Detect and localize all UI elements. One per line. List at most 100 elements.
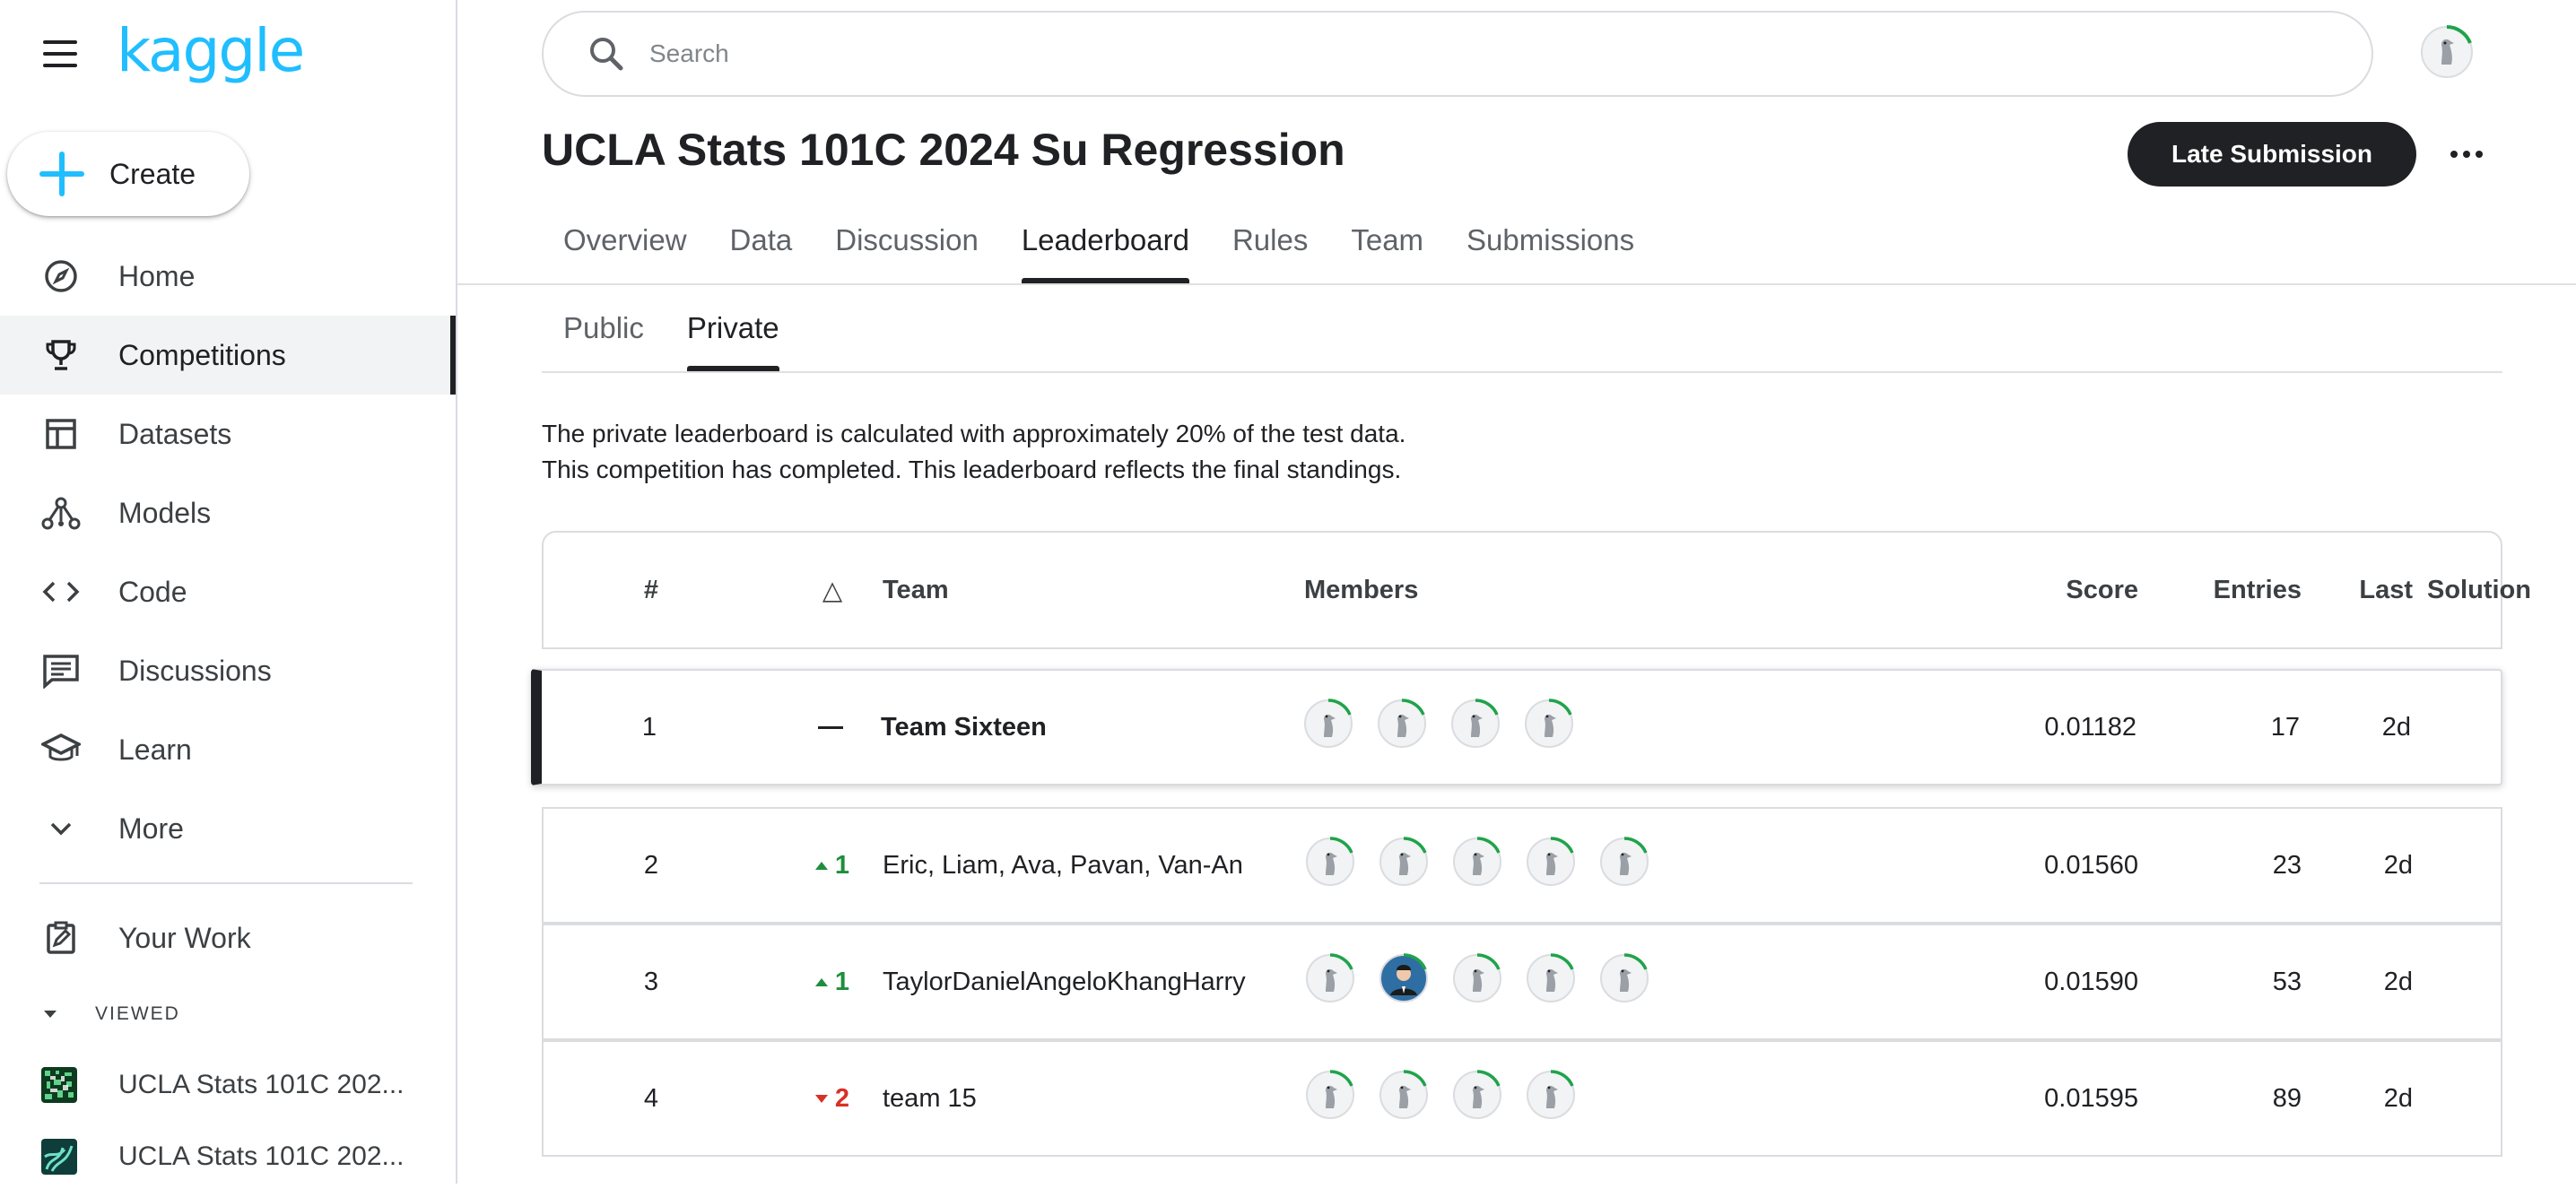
rank-cell: 1 (641, 712, 657, 742)
create-button[interactable]: Create (7, 132, 249, 216)
recent-item[interactable]: UCLA Stats 101C 202... (0, 1053, 456, 1117)
member-avatar[interactable] (1451, 952, 1503, 1011)
member-avatar[interactable] (1378, 836, 1430, 895)
rank-change-up: 1 (814, 851, 849, 881)
col-header-members: Members (1304, 575, 1419, 604)
member-avatar[interactable] (1451, 836, 1503, 895)
score-cell: 0.01560 (2044, 850, 2138, 880)
member-avatar[interactable] (1302, 698, 1354, 757)
more-options-icon[interactable] (2440, 136, 2493, 172)
subtab-private[interactable]: Private (666, 303, 801, 371)
member-avatar[interactable] (1525, 1069, 1577, 1128)
rank-change-value: 1 (834, 967, 850, 996)
sidebar-item-models[interactable]: Models (0, 473, 456, 552)
member-avatar[interactable] (1598, 836, 1650, 895)
members-cell (1304, 1042, 1726, 1155)
table-icon (39, 412, 83, 456)
tab-rules[interactable]: Rules (1211, 215, 1329, 283)
sidebar-item-label: Home (118, 259, 196, 292)
member-avatar[interactable] (1304, 836, 1356, 895)
team-name[interactable]: team 15 (883, 1042, 1304, 1155)
arrow-up-icon (814, 977, 828, 986)
viewed-section-toggle[interactable]: VIEWED (39, 1001, 180, 1028)
comments-icon (39, 649, 83, 692)
member-avatar[interactable] (1598, 952, 1650, 1011)
menu-icon[interactable] (43, 40, 77, 67)
members-cell (1304, 925, 1726, 1038)
sidebar-item-discussions[interactable]: Discussions (0, 631, 456, 710)
col-header-score[interactable]: Score (1889, 533, 2138, 647)
sidebar-nav: Home Competitions Datasets Models Code D… (0, 237, 456, 868)
models-icon (39, 491, 83, 534)
col-header-rank[interactable]: # (544, 533, 759, 647)
sidebar-item-learn[interactable]: Learn (0, 710, 456, 789)
last-cell: 2d (2383, 967, 2413, 996)
entries-cell: 17 (2270, 712, 2300, 742)
tab-leaderboard[interactable]: Leaderboard (1000, 215, 1211, 283)
user-avatar[interactable] (2418, 23, 2476, 85)
last-cell: 2d (2383, 1083, 2413, 1113)
sidebar-item-more[interactable]: More (0, 789, 456, 868)
rank-change-down: 2 (814, 1084, 849, 1114)
sidebar-your-work: Your Work (0, 898, 456, 977)
search-input[interactable] (648, 39, 2262, 69)
search-bar[interactable] (542, 11, 2373, 97)
sidebar-item-code[interactable]: Code (0, 552, 456, 631)
member-avatar[interactable] (1304, 952, 1356, 1011)
member-avatar[interactable] (1449, 698, 1501, 757)
members-cell (1304, 809, 1726, 922)
sidebar-item-label: Learn (118, 733, 192, 766)
sidebar-item-competitions[interactable]: Competitions (0, 316, 456, 395)
tab-discussion[interactable]: Discussion (814, 215, 1000, 283)
tab-submissions[interactable]: Submissions (1445, 215, 1656, 283)
sidebar-item-datasets[interactable]: Datasets (0, 395, 456, 473)
subtab-public[interactable]: Public (542, 303, 666, 371)
member-avatar[interactable] (1304, 1069, 1356, 1128)
team-name[interactable]: Team Sixteen (881, 671, 1302, 784)
sidebar-item-your-work[interactable]: Your Work (0, 898, 456, 977)
solution-cell (2427, 925, 2553, 1038)
member-avatar[interactable] (1451, 1069, 1503, 1128)
team-name[interactable]: Eric, Liam, Ava, Pavan, Van-An (883, 809, 1304, 922)
leaderboard-row[interactable]: 1 Team Sixteen 0.01182 17 2d (531, 669, 2502, 785)
leaderboard-row[interactable]: 3 1 TaylorDanielAngeloKhangHarry 0.01590 53 2… (542, 924, 2502, 1040)
search-icon (590, 38, 623, 71)
score-cell: 0.01182 (2044, 712, 2137, 742)
team-name[interactable]: TaylorDanielAngeloKhangHarry (883, 925, 1304, 1038)
member-avatar[interactable] (1376, 698, 1428, 757)
kaggle-logo[interactable]: kaggle (117, 16, 305, 85)
entries-cell: 23 (2272, 850, 2302, 880)
member-avatar[interactable] (1378, 952, 1430, 1011)
sidebar-item-home[interactable]: Home (0, 237, 456, 316)
solution-cell (2425, 671, 2551, 784)
sidebar-item-label: Code (118, 575, 187, 608)
trophy-icon (39, 334, 83, 377)
member-avatar[interactable] (1523, 698, 1575, 757)
recent-item[interactable]: UCLA Stats 101C 202... (0, 1124, 456, 1189)
members-cell (1302, 671, 1724, 784)
competition-thumbnail (41, 1139, 77, 1175)
tab-data[interactable]: Data (709, 215, 814, 283)
clipboard-edit-icon (39, 916, 83, 959)
leaderboard-row[interactable]: 2 1 Eric, Liam, Ava, Pavan, Van-An 0.01560 2… (542, 807, 2502, 924)
member-avatar[interactable] (1525, 952, 1577, 1011)
col-header-last[interactable]: Last (2302, 533, 2413, 647)
leaderboard-row[interactable]: 4 2 team 15 0.01595 89 2d (542, 1040, 2502, 1157)
sidebar-item-label: Datasets (118, 417, 232, 450)
col-header-team[interactable]: Team (883, 533, 1304, 647)
recent-item-label: UCLA Stats 101C 202... (118, 1141, 405, 1171)
late-submission-button[interactable]: Late Submission (2128, 122, 2416, 187)
chevron-down-icon (39, 807, 83, 850)
member-avatar[interactable] (1525, 836, 1577, 895)
leaderboard-header-row: # △ Team Members Score Entries Last Solu… (542, 531, 2531, 649)
score-cell: 0.01595 (2044, 1083, 2138, 1113)
leaderboard-subtabs: Public Private (542, 303, 801, 371)
last-cell: 2d (2381, 712, 2411, 742)
sidebar-item-label: Your Work (118, 921, 251, 954)
tab-overview[interactable]: Overview (542, 215, 709, 283)
tab-team[interactable]: Team (1329, 215, 1445, 283)
col-header-entries[interactable]: Entries (2138, 533, 2302, 647)
compass-icon (39, 255, 83, 298)
member-avatar[interactable] (1378, 1069, 1430, 1128)
no-change-dash (818, 725, 843, 729)
